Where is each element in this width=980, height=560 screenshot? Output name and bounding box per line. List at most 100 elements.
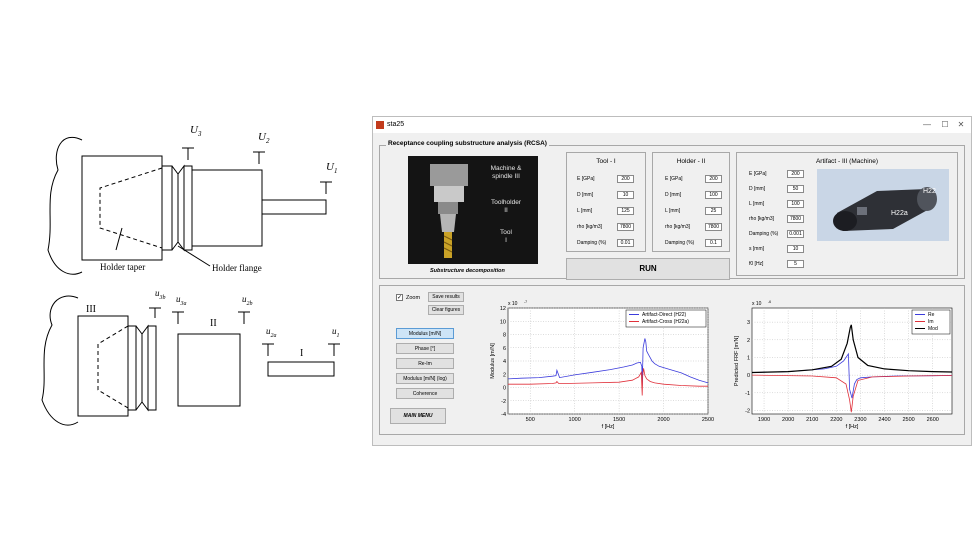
phase-button[interactable]: Phase [°] bbox=[396, 343, 454, 354]
svg-text:U1: U1 bbox=[326, 161, 337, 175]
svg-text:u2b: u2b bbox=[242, 294, 253, 307]
svg-text:u3b: u3b bbox=[155, 288, 166, 301]
main-menu-button[interactable]: MAIN MENU bbox=[390, 408, 446, 424]
modulus-chart: 500 1000 1500 2000 2500 -4 -2 0 2 4 6 8 10 12x 10 -7 f … bbox=[490, 300, 714, 430]
x-tick-label: 1900 bbox=[758, 417, 770, 423]
re-im-button[interactable]: Re-Im bbox=[396, 358, 454, 369]
artifact-f0-label: f0 [Hz] bbox=[749, 261, 764, 267]
x-tick-label: 2500 bbox=[903, 417, 915, 423]
x-tick-label: 2500 bbox=[702, 417, 714, 423]
maximize-icon[interactable]: ☐ bbox=[937, 117, 953, 133]
zoom-checkbox[interactable]: ✓ bbox=[396, 294, 403, 301]
run-button[interactable]: RUN bbox=[566, 258, 730, 280]
substructure-diagram: U3 U2 U1 Holder taper Holder flange III … bbox=[41, 124, 340, 426]
holder-rho-field[interactable]: 7800 bbox=[705, 223, 722, 231]
x-axis-label: f [Hz] bbox=[602, 424, 615, 430]
svg-text:III: III bbox=[86, 304, 96, 315]
exponent-label: x 10 bbox=[752, 301, 762, 307]
artifact-s-field[interactable]: 10 bbox=[787, 245, 804, 253]
svg-text:Toolholder: Toolholder bbox=[491, 199, 522, 206]
tool-damping-field[interactable]: 0.01 bbox=[617, 239, 634, 247]
toolholder-body bbox=[191, 169, 263, 247]
modulus-button[interactable]: Modulus [m/N] bbox=[396, 328, 454, 339]
flange-groove bbox=[171, 164, 185, 252]
coherence-button[interactable]: Coherence bbox=[396, 388, 454, 399]
artifact-damping-field[interactable]: 0.001 bbox=[787, 230, 804, 238]
holder-taper-label: Holder taper bbox=[100, 262, 145, 272]
legend-entry: Mod bbox=[928, 326, 938, 332]
rcsa-window: sta25 — ☐ ✕ Receptance coupling substruc… bbox=[372, 116, 972, 446]
holder-panel-title: Holder - II bbox=[676, 158, 706, 165]
artifact-panel-title: Artifact - III (Machine) bbox=[815, 158, 879, 165]
tool-rho-field[interactable]: 7800 bbox=[617, 223, 634, 231]
tool-damping-label: Damping (%) bbox=[577, 240, 607, 246]
flange-1 bbox=[161, 165, 173, 251]
tool-d-field[interactable]: 10 bbox=[617, 191, 634, 199]
legend-entry: Artifact-Cross (H22a) bbox=[642, 319, 689, 325]
tool-panel: Tool - I E [GPa] 200 D [mm] 10 L [mm] 12… bbox=[566, 152, 646, 252]
artifact-l-label: L [mm] bbox=[749, 201, 765, 207]
spindle-outline bbox=[47, 136, 83, 275]
holder-l-field[interactable]: 25 bbox=[705, 207, 722, 215]
y-tick-label: 1 bbox=[747, 355, 750, 361]
artifact-l-field[interactable]: 100 bbox=[787, 200, 804, 208]
y-tick-label: 0 bbox=[747, 373, 750, 379]
clear-figures-button[interactable]: Clear figures bbox=[428, 305, 464, 315]
y-axis-label: Predicted FRF [m/N] bbox=[734, 335, 740, 386]
rcsa-group: Receptance coupling substructure analysi… bbox=[379, 140, 965, 280]
y-tick-label: 4 bbox=[503, 359, 506, 365]
holder-d-field[interactable]: 100 bbox=[705, 191, 722, 199]
svg-text:u1: u1 bbox=[332, 326, 340, 339]
svg-text:II: II bbox=[210, 318, 217, 329]
artifact-rho-label: rho [kg/m3] bbox=[749, 216, 775, 222]
y-tick-label: -2 bbox=[501, 399, 506, 405]
close-icon[interactable]: ✕ bbox=[953, 117, 969, 133]
x-tick-label: 2400 bbox=[878, 417, 890, 423]
holder-l-label: L [mm] bbox=[665, 208, 681, 214]
svg-text:II: II bbox=[504, 207, 508, 214]
artifact-d-label: D [mm] bbox=[749, 186, 766, 192]
legend-entry: Re bbox=[928, 312, 935, 318]
artifact-image: H22 H22a bbox=[817, 169, 949, 241]
decomposition-image: Machine & spindle III Toolholder II Tool… bbox=[408, 156, 538, 264]
exponent-label: x 10 bbox=[508, 301, 518, 307]
exponent-power: -6 bbox=[768, 300, 771, 304]
save-results-button[interactable]: Save results bbox=[428, 292, 464, 302]
holder-e-label: E [GPa] bbox=[665, 176, 683, 182]
y-axis-label: Modulus [m/N] bbox=[490, 343, 496, 379]
y-tick-label: 0 bbox=[503, 386, 506, 392]
tool-e-label: E [GPa] bbox=[577, 176, 595, 182]
tool-I bbox=[267, 361, 335, 377]
artifact-f0-field[interactable]: 5 bbox=[787, 260, 804, 268]
svg-text:U3: U3 bbox=[190, 124, 202, 138]
legend-entry: Artifact-Direct (H22) bbox=[642, 312, 687, 318]
holder-flange-label: Holder flange bbox=[212, 263, 262, 273]
x-tick-label: 2100 bbox=[806, 417, 818, 423]
holder-panel: Holder - II E [GPa] 200 D [mm] 100 L [mm… bbox=[652, 152, 730, 252]
exponent-power: -7 bbox=[524, 300, 527, 304]
tool-d-label: D [mm] bbox=[577, 192, 594, 198]
holder-damping-field[interactable]: 0.1 bbox=[705, 239, 722, 247]
tool-e-field[interactable]: 200 bbox=[617, 175, 634, 183]
x-tick-label: 1500 bbox=[613, 417, 625, 423]
artifact-d-field[interactable]: 50 bbox=[787, 185, 804, 193]
x-tick-label: 1000 bbox=[569, 417, 581, 423]
y-tick-label: 10 bbox=[500, 319, 506, 325]
y-tick-label: -1 bbox=[745, 391, 750, 397]
artifact-rho-field[interactable]: 7800 bbox=[787, 215, 804, 223]
tool-l-field[interactable]: 125 bbox=[617, 207, 634, 215]
holder-rho-label: rho [kg/m3] bbox=[665, 224, 691, 230]
svg-text:u2a: u2a bbox=[266, 326, 277, 339]
minimize-icon[interactable]: — bbox=[919, 117, 935, 133]
rcsa-group-title: Receptance coupling substructure analysi… bbox=[386, 140, 549, 147]
artifact-s-label: s [mm] bbox=[749, 246, 764, 252]
modulus-log-button[interactable]: Modulus [m/N] (log) bbox=[396, 373, 454, 384]
y-tick-label: 3 bbox=[747, 320, 750, 326]
artifact-panel: Artifact - III (Machine) E [GPa] 200 D [… bbox=[736, 152, 958, 276]
artifact-e-field[interactable]: 200 bbox=[787, 170, 804, 178]
x-tick-label: 2000 bbox=[782, 417, 794, 423]
holder-e-field[interactable]: 200 bbox=[705, 175, 722, 183]
y-tick-label: 12 bbox=[500, 306, 506, 312]
matlab-app-icon bbox=[376, 121, 384, 129]
window-titlebar: sta25 — ☐ ✕ bbox=[373, 117, 971, 133]
